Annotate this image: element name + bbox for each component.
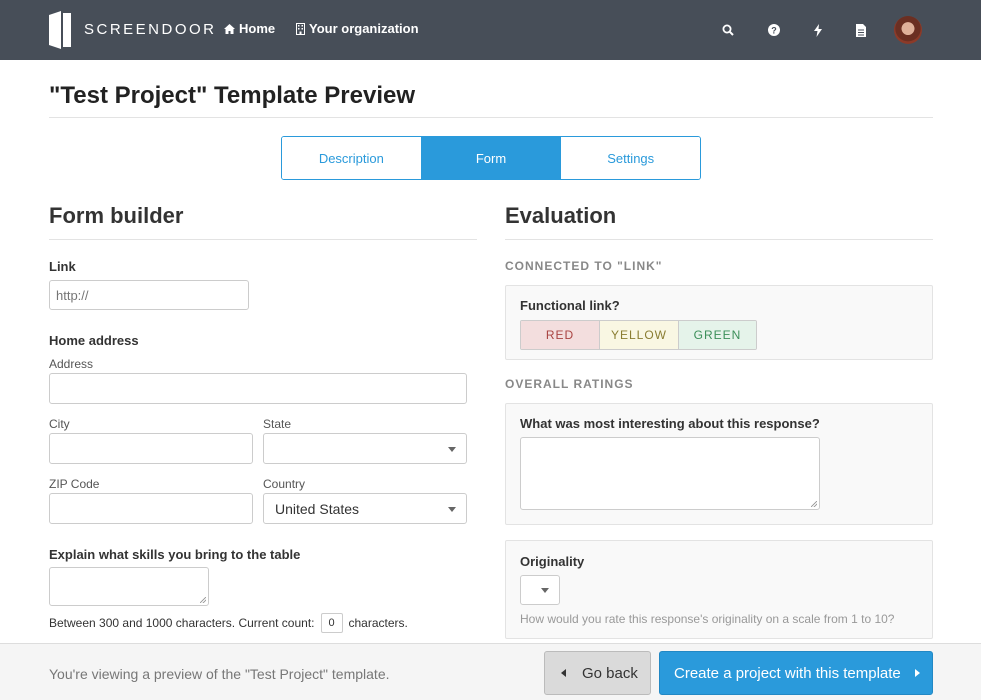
resize-grip-icon[interactable] — [200, 597, 206, 603]
home-address-label: Home address — [49, 333, 139, 348]
go-back-button[interactable]: Go back — [544, 651, 651, 695]
character-count-value: 0 — [320, 613, 343, 633]
evaluation-heading: Evaluation — [505, 203, 617, 228]
tab-settings[interactable]: Settings — [561, 137, 700, 179]
brand-name[interactable]: SCREENDOOR — [84, 21, 217, 38]
city-label: City — [49, 417, 70, 431]
help-icon[interactable]: ? — [764, 20, 784, 40]
originality-label: Originality — [520, 554, 585, 569]
bolt-icon[interactable] — [808, 20, 828, 40]
rating-red-button[interactable]: RED — [521, 321, 600, 349]
caret-left-icon — [561, 669, 566, 677]
rating-green-button[interactable]: GREEN — [679, 321, 756, 349]
state-select[interactable] — [263, 433, 467, 464]
preview-footer: You're viewing a preview of the "Test Pr… — [0, 643, 981, 700]
caret-right-icon — [914, 669, 920, 677]
interesting-textarea[interactable] — [520, 437, 820, 510]
nav-home-label: Home — [239, 21, 276, 36]
preview-tabs: Description Form Settings — [281, 136, 701, 180]
link-input[interactable] — [49, 280, 249, 310]
functional-link-rating: RED YELLOW GREEN — [520, 320, 757, 350]
title-divider — [49, 117, 933, 118]
chevron-down-icon — [448, 446, 456, 452]
state-label: State — [263, 417, 292, 431]
tab-form[interactable]: Form — [421, 137, 562, 179]
user-avatar[interactable] — [894, 16, 922, 44]
building-icon — [296, 22, 305, 35]
svg-text:?: ? — [771, 26, 777, 36]
connected-to-link-label: CONNECTED TO "LINK" — [505, 259, 663, 273]
city-input[interactable] — [49, 433, 253, 464]
zip-input[interactable] — [49, 493, 253, 524]
screendoor-logo-icon[interactable] — [49, 11, 71, 49]
nav-home-link[interactable]: Home — [224, 21, 275, 36]
home-icon — [224, 23, 235, 34]
rating-yellow-button[interactable]: YELLOW — [600, 321, 679, 349]
nav-organization-label: Your organization — [309, 21, 419, 36]
functional-link-label: Functional link? — [520, 298, 620, 313]
country-select-value: United States — [275, 500, 360, 517]
interesting-label: What was most interesting about this res… — [520, 416, 820, 431]
character-count-line: Between 300 and 1000 characters. Current… — [49, 613, 408, 633]
chevron-down-icon — [541, 588, 549, 593]
create-project-button[interactable]: Create a project with this template — [659, 651, 933, 695]
top-navbar: SCREENDOOR Home Your organization ? — [0, 0, 981, 60]
resize-grip-icon[interactable] — [811, 501, 817, 507]
count-suffix: characters. — [348, 616, 408, 630]
link-label: Link — [49, 259, 76, 274]
zip-label: ZIP Code — [49, 477, 100, 491]
skills-textarea[interactable] — [49, 567, 209, 606]
count-prefix: Between 300 and 1000 characters. Current… — [49, 616, 315, 630]
create-project-label: Create a project with this template — [674, 664, 901, 682]
document-icon[interactable] — [851, 20, 871, 40]
preview-notice: You're viewing a preview of the "Test Pr… — [49, 666, 390, 682]
form-builder-divider — [49, 239, 477, 240]
search-icon[interactable] — [718, 20, 738, 40]
chevron-down-icon — [448, 506, 456, 512]
country-label: Country — [263, 477, 306, 491]
tab-description[interactable]: Description — [282, 137, 422, 179]
overall-ratings-label: OVERALL RATINGS — [505, 377, 634, 391]
skills-label: Explain what skills you bring to the tab… — [49, 547, 301, 562]
go-back-label: Go back — [582, 664, 638, 682]
originality-select[interactable] — [520, 575, 560, 605]
nav-organization-link[interactable]: Your organization — [296, 21, 419, 36]
evaluation-divider — [505, 239, 933, 240]
page-title: "Test Project" Template Preview — [49, 82, 415, 109]
address-input[interactable] — [49, 373, 467, 404]
originality-help-text: How would you rate this response's origi… — [520, 612, 895, 626]
form-builder-heading: Form builder — [49, 203, 184, 228]
country-select[interactable]: United States — [263, 493, 467, 524]
address-label: Address — [49, 357, 94, 371]
